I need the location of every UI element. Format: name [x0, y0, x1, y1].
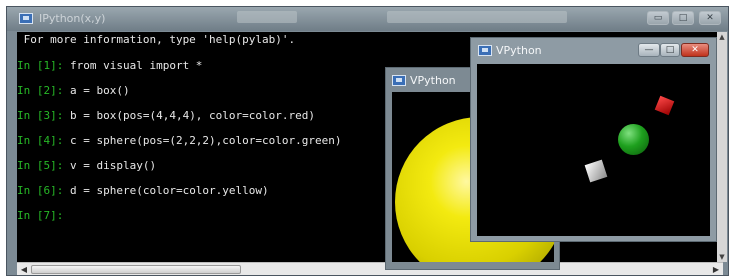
horizontal-scroll-thumb[interactable] — [31, 265, 241, 274]
console-input-line[interactable]: In [7]: — [17, 209, 63, 222]
vpython-window-front[interactable]: VPython — □ ✕ — [470, 37, 717, 242]
console-line: In [5]: v = display() — [17, 159, 156, 172]
input-code: a = box() — [63, 84, 130, 97]
console-line: In [6]: d = sphere(color=color.yellow) — [17, 184, 269, 197]
input-code: c = sphere(pos=(2,2,2),color=color.green… — [63, 134, 342, 147]
ipython-titlebar[interactable]: IPython(x,y) ▭ □ ✕ — [7, 7, 728, 31]
scroll-left-arrow-icon[interactable]: ◀ — [18, 264, 30, 275]
input-prompt: In [6]: — [17, 184, 64, 197]
white-box — [584, 159, 608, 183]
scroll-right-arrow-icon[interactable]: ▶ — [710, 264, 722, 275]
python-app-icon — [19, 13, 33, 24]
close-button[interactable]: ✕ — [699, 11, 721, 25]
console-intro: For more information, type 'help(pylab)'… — [17, 33, 296, 46]
console-line: In [2]: a = box() — [17, 84, 130, 97]
scroll-down-arrow-icon[interactable]: ▼ — [717, 252, 727, 262]
vpython-app-icon — [478, 45, 492, 56]
horizontal-scrollbar[interactable]: ◀ ▶ — [17, 262, 723, 275]
input-code: from visual import * — [63, 59, 203, 72]
console-line: In [3]: b = box(pos=(4,4,4), color=color… — [17, 109, 315, 122]
console-line: In [4]: c = sphere(pos=(2,2,2),color=col… — [17, 134, 342, 147]
input-prompt: In [2]: — [17, 84, 64, 97]
background-blur — [387, 11, 567, 23]
vpython-window-title: VPython — [496, 44, 542, 57]
input-prompt: In [3]: — [17, 109, 64, 122]
input-prompt: In [7]: — [17, 209, 64, 222]
input-prompt: In [4]: — [17, 134, 64, 147]
console-line: In [1]: from visual import * — [17, 59, 202, 72]
vpython-canvas[interactable] — [477, 64, 710, 236]
green-sphere — [618, 124, 649, 155]
window-title: IPython(x,y) — [39, 12, 106, 25]
input-prompt: In [1]: — [17, 59, 64, 72]
vpython-app-icon — [392, 75, 406, 86]
maximize-button[interactable]: □ — [660, 43, 680, 57]
vpython-window-title: VPython — [410, 74, 456, 87]
minimize-button[interactable]: — — [638, 43, 660, 57]
input-code: b = box(pos=(4,4,4), color=color.red) — [63, 109, 316, 122]
input-code: v = display() — [63, 159, 157, 172]
close-button[interactable]: ✕ — [681, 43, 709, 57]
scroll-up-arrow-icon[interactable]: ▲ — [717, 32, 727, 42]
background-blur — [237, 11, 297, 23]
vpython-window-controls: — □ ✕ — [638, 43, 710, 59]
maximize-button[interactable]: □ — [672, 11, 694, 25]
input-prompt: In [5]: — [17, 159, 64, 172]
minimize-button[interactable]: ▭ — [647, 11, 669, 25]
red-box — [654, 95, 675, 116]
vertical-scrollbar[interactable]: ▲ ▼ — [717, 32, 727, 262]
input-code: d = sphere(color=color.yellow) — [63, 184, 269, 197]
